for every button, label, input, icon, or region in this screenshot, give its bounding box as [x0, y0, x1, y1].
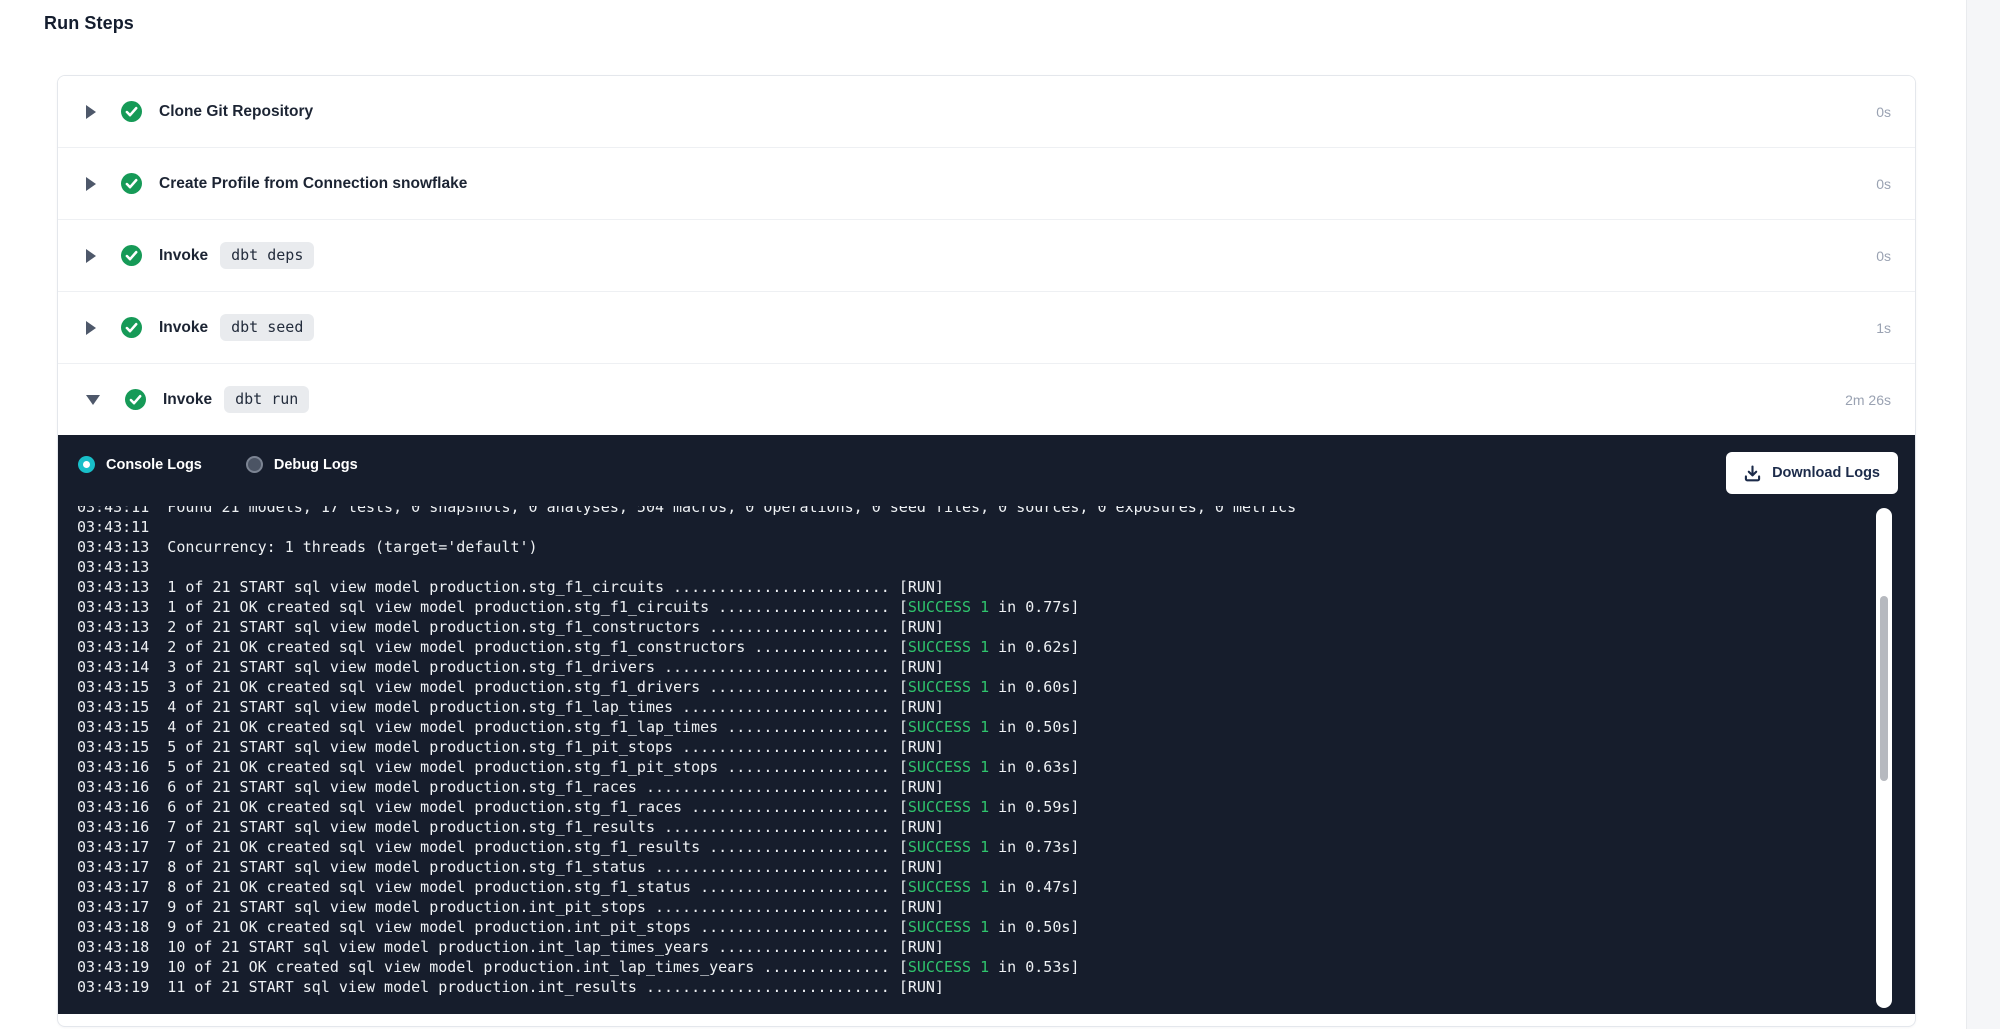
success-check-icon [121, 317, 142, 338]
log-line: 03:43:11 Found 21 models, 17 tests, 0 sn… [77, 506, 1915, 517]
log-tab-console-logs[interactable]: Console Logs [78, 456, 202, 473]
step-command-badge: dbt deps [220, 242, 314, 269]
log-line: 03:43:16 5 of 21 OK created sql view mod… [77, 757, 1915, 777]
chevron-right-icon[interactable] [86, 177, 96, 191]
success-check-icon [121, 245, 142, 266]
console-toolbar: Console Logs Debug Logs [58, 435, 1915, 473]
log-tab-label: Console Logs [106, 457, 202, 473]
run-step-row[interactable]: Invoke dbt seed 1s [58, 292, 1915, 364]
log-line: 03:43:14 2 of 21 OK created sql view mod… [77, 637, 1915, 657]
step-duration: 1s [1876, 320, 1891, 336]
run-steps-list: Clone Git Repository 0s Create Profile fr… [58, 76, 1915, 435]
log-line: 03:43:13 1 of 21 START sql view model pr… [77, 577, 1915, 597]
success-check-icon [121, 173, 142, 194]
radio-selected-icon [78, 456, 95, 473]
chevron-right-icon[interactable] [86, 105, 96, 119]
log-line: 03:43:13 [77, 557, 1915, 577]
log-tab-label: Debug Logs [274, 457, 358, 473]
run-step-row[interactable]: Clone Git Repository 0s [58, 76, 1915, 148]
success-check-icon [125, 389, 146, 410]
console-log-lines: 03:43:11 Found 21 models, 17 tests, 0 sn… [77, 506, 1915, 997]
success-check-icon [121, 101, 142, 122]
console-scrollbar-track[interactable] [1876, 508, 1892, 1008]
log-line: 03:43:15 4 of 21 OK created sql view mod… [77, 717, 1915, 737]
log-line: 03:43:17 7 of 21 OK created sql view mod… [77, 837, 1915, 857]
chevron-right-icon[interactable] [86, 249, 96, 263]
log-line: 03:43:15 4 of 21 START sql view model pr… [77, 697, 1915, 717]
log-line: 03:43:15 5 of 21 START sql view model pr… [77, 737, 1915, 757]
step-label: Invoke [159, 247, 208, 265]
log-line: 03:43:19 10 of 21 OK created sql view mo… [77, 957, 1915, 977]
run-step-row[interactable]: Invoke dbt deps 0s [58, 220, 1915, 292]
chevron-right-icon[interactable] [86, 321, 96, 335]
run-step-row[interactable]: Invoke dbt run 2m 26s [58, 364, 1915, 435]
step-duration: 2m 26s [1845, 392, 1891, 408]
log-tab-debug-logs[interactable]: Debug Logs [246, 456, 358, 473]
download-logs-button[interactable]: Download Logs [1726, 452, 1898, 494]
page-title: Run Steps [44, 13, 134, 34]
log-line: 03:43:13 Concurrency: 1 threads (target=… [77, 537, 1915, 557]
log-line: 03:43:17 8 of 21 OK created sql view mod… [77, 877, 1915, 897]
log-line: 03:43:15 3 of 21 OK created sql view mod… [77, 677, 1915, 697]
log-line: 03:43:14 3 of 21 START sql view model pr… [77, 657, 1915, 677]
download-icon [1744, 465, 1761, 482]
step-command-badge: dbt run [224, 386, 309, 413]
step-label: Create Profile from Connection snowflake [159, 175, 467, 193]
download-logs-label: Download Logs [1772, 465, 1880, 481]
log-line: 03:43:17 9 of 21 START sql view model pr… [77, 897, 1915, 917]
log-line: 03:43:16 6 of 21 START sql view model pr… [77, 777, 1915, 797]
step-duration: 0s [1876, 104, 1891, 120]
chevron-down-icon[interactable] [86, 395, 100, 405]
step-label: Clone Git Repository [159, 103, 313, 121]
console-scrollbar-thumb[interactable] [1880, 596, 1888, 781]
log-line: 03:43:17 8 of 21 START sql view model pr… [77, 857, 1915, 877]
step-duration: 0s [1876, 248, 1891, 264]
log-line: 03:43:16 6 of 21 OK created sql view mod… [77, 797, 1915, 817]
log-line: 03:43:13 1 of 21 OK created sql view mod… [77, 597, 1915, 617]
log-line: 03:43:16 7 of 21 START sql view model pr… [77, 817, 1915, 837]
log-tab-group: Console Logs Debug Logs [78, 456, 358, 473]
run-steps-card: Clone Git Repository 0s Create Profile fr… [57, 75, 1916, 1027]
log-line: 03:43:19 11 of 21 START sql view model p… [77, 977, 1915, 997]
log-line: 03:43:18 10 of 21 START sql view model p… [77, 937, 1915, 957]
log-line: 03:43:13 2 of 21 START sql view model pr… [77, 617, 1915, 637]
step-command-badge: dbt seed [220, 314, 314, 341]
step-duration: 0s [1876, 176, 1891, 192]
step-label: Invoke [163, 391, 212, 409]
radio-unselected-icon [246, 456, 263, 473]
step-label: Invoke [159, 319, 208, 337]
console-panel: Console Logs Debug Logs Download Logs 03:… [58, 435, 1915, 1014]
log-line: 03:43:11 [77, 517, 1915, 537]
console-log-view: 03:43:11 Found 21 models, 17 tests, 0 sn… [58, 506, 1915, 1014]
log-line: 03:43:18 9 of 21 OK created sql view mod… [77, 917, 1915, 937]
run-step-row[interactable]: Create Profile from Connection snowflake… [58, 148, 1915, 220]
page-right-gutter [1966, 0, 2000, 1029]
